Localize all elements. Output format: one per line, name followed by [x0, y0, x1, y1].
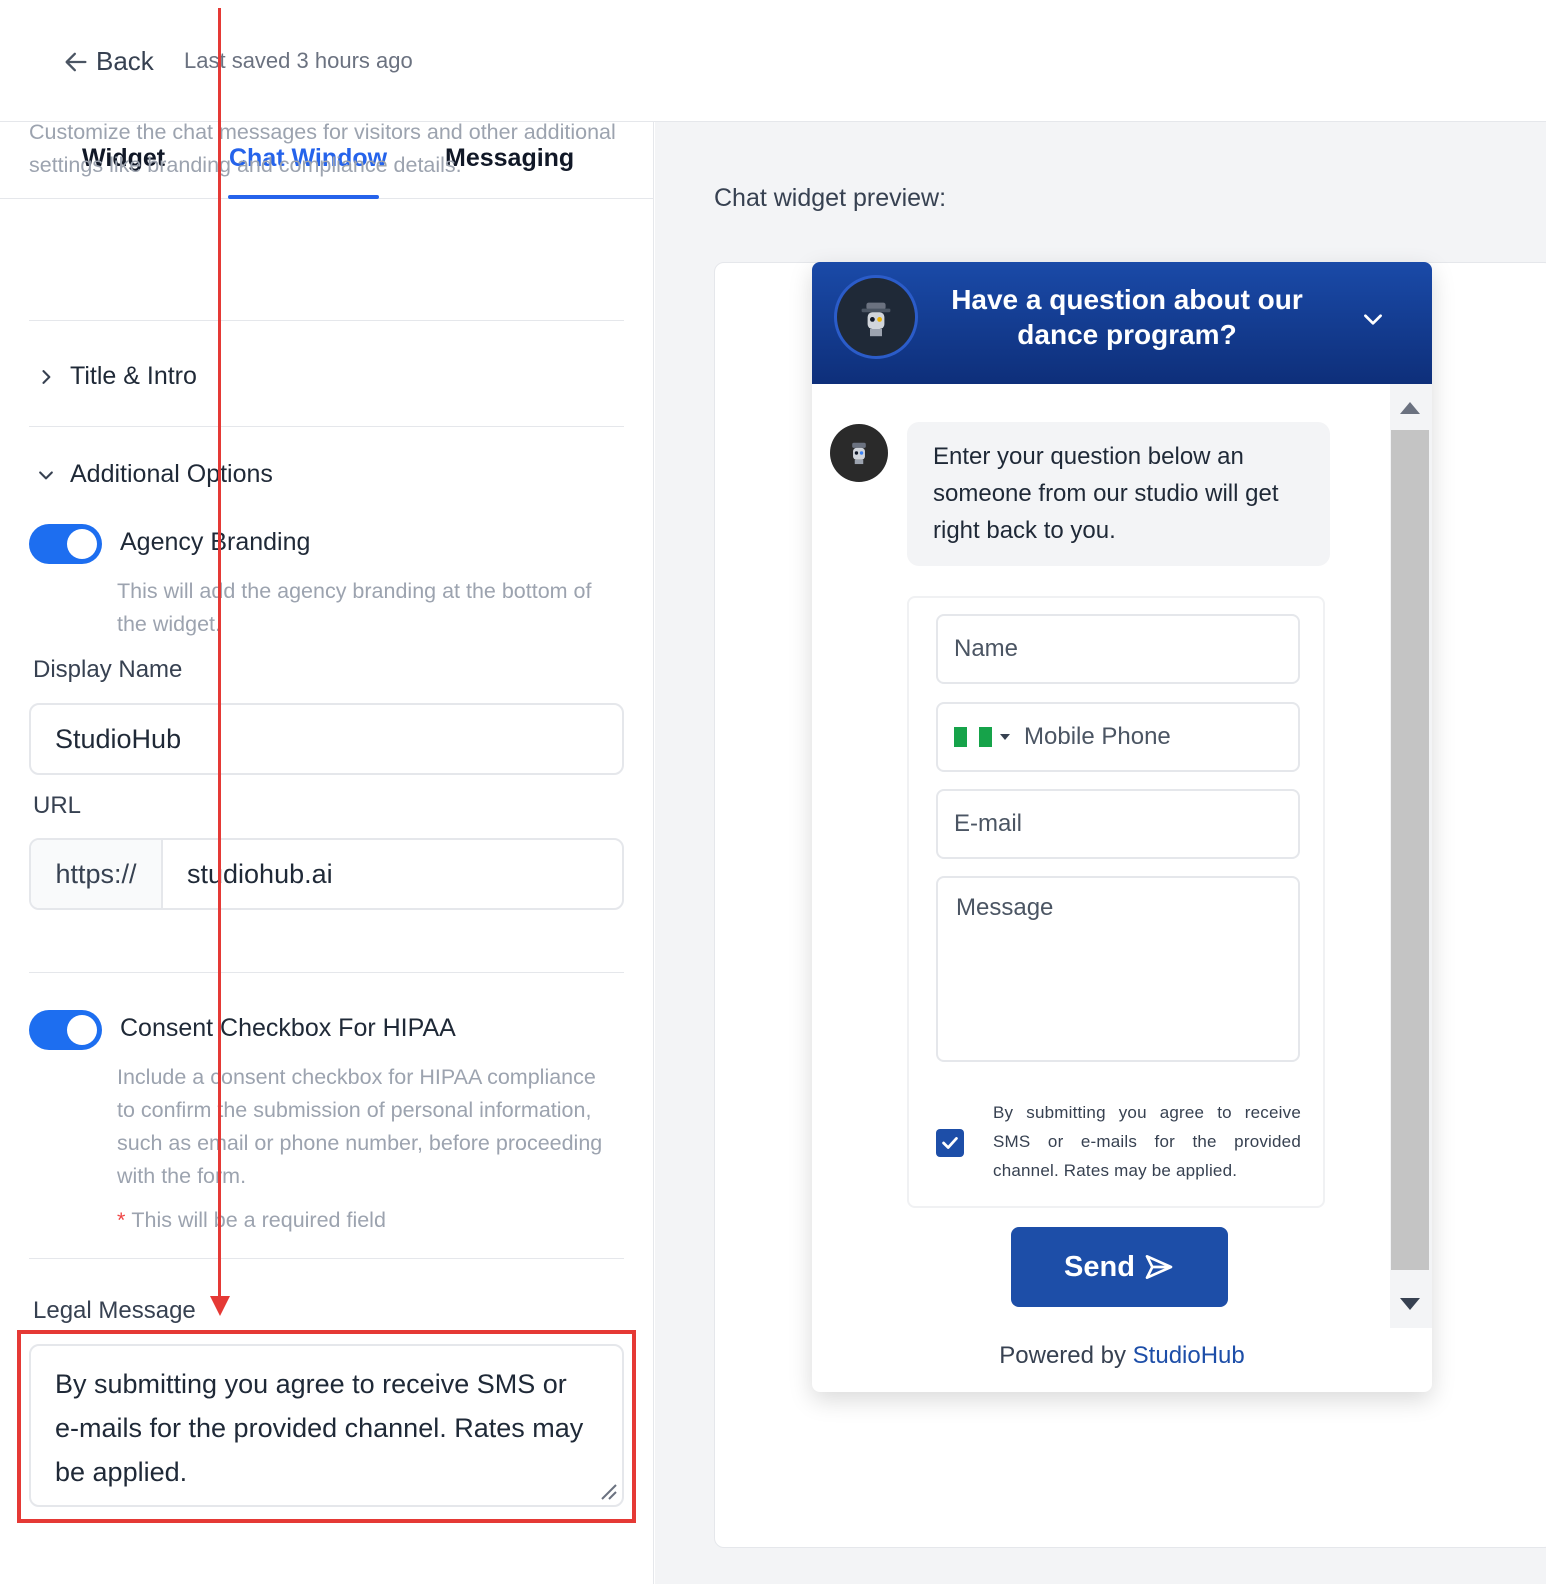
chevron-down-icon[interactable]: [1360, 306, 1386, 332]
powered-by-prefix: Powered by: [999, 1342, 1126, 1369]
divider: [29, 320, 624, 321]
widget-header-title: Have a question about our dance program?: [951, 284, 1303, 350]
scroll-up-icon[interactable]: [1400, 402, 1420, 414]
contact-form: Name Mobile Phone E-mail Message By subm…: [907, 596, 1325, 1208]
chat-widget: Have a question about our dance program?…: [812, 262, 1432, 1392]
consent-text: By submitting you agree to receive SMS o…: [993, 1103, 1301, 1180]
hipaa-consent-help: Include a consent checkbox for HIPAA com…: [117, 1065, 603, 1188]
toggle-knob: [67, 529, 97, 559]
widget-header: Have a question about our dance program?: [812, 262, 1432, 384]
section-additional-options-label: Additional Options: [70, 460, 273, 488]
scroll-down-icon[interactable]: [1400, 1298, 1420, 1310]
divider: [29, 1258, 624, 1259]
url-prefix: https://: [31, 840, 163, 908]
bot-avatar: [830, 424, 888, 482]
divider: [29, 426, 624, 427]
name-input[interactable]: Name: [936, 614, 1300, 684]
intro-message-bubble: Enter your question below an someone fro…: [907, 422, 1330, 566]
required-field-note: * This will be a required field: [117, 1208, 386, 1233]
url-label: URL: [33, 792, 82, 819]
annotation-arrow-head: [210, 1296, 230, 1316]
nigeria-flag-icon[interactable]: [954, 727, 993, 747]
send-icon: [1145, 1255, 1173, 1279]
back-button[interactable]: Back: [62, 46, 154, 77]
display-name-input[interactable]: StudioHub: [29, 703, 624, 775]
url-field: https:// studiohub.ai: [29, 838, 624, 910]
powered-by: Powered by StudioHub: [812, 1342, 1432, 1370]
settings-description: Customize the chat messages for visitors…: [29, 120, 616, 177]
phone-placeholder: Mobile Phone: [1024, 723, 1171, 750]
section-title-intro-label: Title & Intro: [70, 362, 197, 390]
powered-by-brand-link[interactable]: StudioHub: [1133, 1342, 1245, 1369]
section-title-intro[interactable]: Title & Intro: [36, 362, 197, 391]
chevron-right-icon: [42, 369, 51, 384]
highlight-box: [17, 1330, 636, 1523]
active-tab-indicator: [228, 195, 379, 199]
hipaa-consent-toggle[interactable]: [29, 1010, 102, 1050]
agency-branding-toggle[interactable]: [29, 524, 102, 564]
top-bar: Back Last saved 3 hours ago: [0, 0, 1546, 122]
caret-down-icon[interactable]: [1000, 734, 1010, 740]
arrow-left-icon: [65, 52, 87, 71]
annotation-arrow-line: [218, 8, 221, 1298]
send-button[interactable]: Send: [1011, 1227, 1228, 1307]
legal-message-label: Legal Message: [33, 1297, 196, 1324]
check-icon: [942, 1137, 958, 1149]
robot-avatar-icon: [861, 302, 891, 337]
divider: [29, 972, 624, 973]
required-asterisk: *: [117, 1208, 126, 1232]
send-label: Send: [1064, 1250, 1135, 1283]
email-input[interactable]: E-mail: [936, 789, 1300, 859]
agency-branding-help: This will add the agency branding at the…: [117, 579, 592, 636]
avatar: [834, 275, 918, 359]
back-label: Back: [96, 46, 154, 76]
display-name-label: Display Name: [33, 656, 183, 683]
robot-avatar-icon: [852, 442, 866, 465]
preview-label: Chat widget preview:: [714, 184, 947, 212]
url-input[interactable]: studiohub.ai: [163, 840, 622, 908]
section-additional-options[interactable]: Additional Options: [36, 460, 273, 489]
phone-input[interactable]: Mobile Phone: [936, 702, 1300, 772]
consent-checkbox[interactable]: [936, 1129, 964, 1157]
message-textarea[interactable]: Message: [936, 876, 1300, 1062]
required-field-text: This will be a required field: [131, 1208, 386, 1232]
scrollbar-thumb[interactable]: [1391, 430, 1429, 1270]
chevron-down-icon: [39, 470, 53, 479]
toggle-knob: [67, 1015, 97, 1045]
hipaa-consent-title: Consent Checkbox For HIPAA: [120, 1014, 456, 1042]
agency-branding-title: Agency Branding: [120, 528, 311, 556]
